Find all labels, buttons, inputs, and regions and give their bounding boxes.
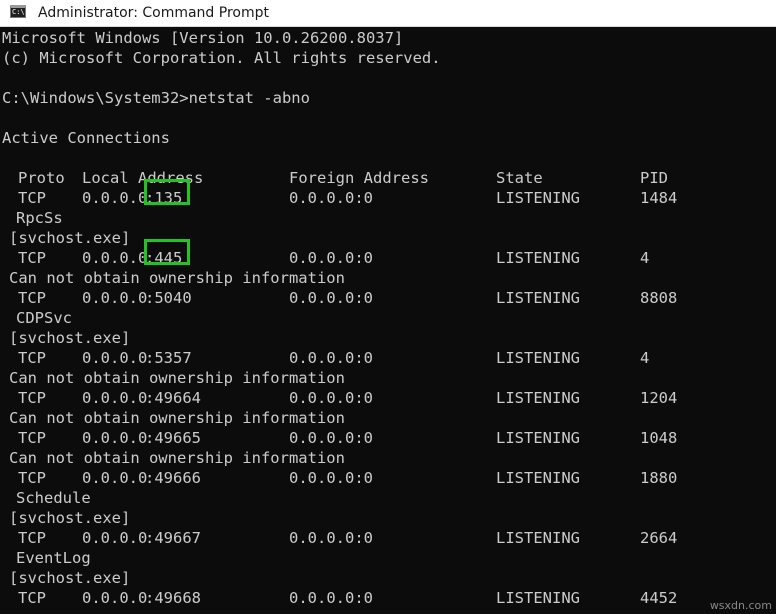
header-state: State bbox=[496, 169, 543, 187]
command-text: netstat -abno bbox=[188, 89, 310, 107]
cell-local-port: :49665 bbox=[145, 429, 201, 447]
cell-proto: TCP bbox=[18, 349, 46, 367]
cell-foreign-address: 0.0.0.0:0 bbox=[289, 289, 373, 307]
banner-line: Microsoft Windows [Version 10.0.26200.80… bbox=[2, 29, 404, 47]
port-highlight-box bbox=[144, 239, 190, 265]
cell-local-port: :49667 bbox=[145, 529, 201, 547]
cell-proto: TCP bbox=[18, 249, 46, 267]
owner-line: Can not obtain ownership information bbox=[9, 409, 345, 427]
cell-local-ip: 0.0.0.0 bbox=[82, 349, 148, 367]
cell-pid: 1204 bbox=[640, 389, 678, 407]
owner-line: EventLog bbox=[16, 549, 91, 567]
section-title: Active Connections bbox=[2, 129, 170, 147]
window-title: Administrator: Command Prompt bbox=[38, 5, 269, 21]
cell-local-port: :49664 bbox=[145, 389, 201, 407]
cell-pid: 1484 bbox=[640, 189, 678, 207]
cell-state: LISTENING bbox=[496, 589, 580, 607]
owner-line: Schedule bbox=[16, 489, 91, 507]
cell-state: LISTENING bbox=[496, 529, 580, 547]
owner-line: Can not obtain ownership information bbox=[9, 449, 345, 467]
cell-state: LISTENING bbox=[496, 469, 580, 487]
cell-state: LISTENING bbox=[496, 289, 580, 307]
port-highlight-box bbox=[144, 179, 190, 205]
cell-foreign-address: 0.0.0.0:0 bbox=[289, 249, 373, 267]
header-pid: PID bbox=[640, 169, 668, 187]
command-line: C:\Windows\System32>netstat -abno bbox=[2, 88, 310, 108]
cell-proto: TCP bbox=[18, 589, 46, 607]
cell-local-port: :5040 bbox=[145, 289, 192, 307]
cell-proto: TCP bbox=[18, 289, 46, 307]
owner-line: CDPSvc bbox=[16, 309, 72, 327]
owner-line: [svchost.exe] bbox=[9, 509, 131, 527]
cell-proto: TCP bbox=[18, 529, 46, 547]
table-row: TCP 0.0.0.0:49667 0.0.0.0:0 LISTENING 2664 bbox=[2, 528, 772, 548]
owner-line: [svchost.exe] bbox=[9, 229, 131, 247]
cell-foreign-address: 0.0.0.0:0 bbox=[289, 389, 373, 407]
owner-line: [svchost.exe] bbox=[9, 329, 131, 347]
cell-foreign-address: 0.0.0.0:0 bbox=[289, 349, 373, 367]
cell-pid: 1880 bbox=[640, 469, 678, 487]
watermark: wsxdn.com bbox=[709, 599, 772, 612]
owner-line: Can not obtain ownership information bbox=[9, 269, 345, 287]
console-output[interactable]: Microsoft Windows [Version 10.0.26200.80… bbox=[0, 28, 776, 614]
header-foreign-address: Foreign Address bbox=[289, 169, 429, 187]
cell-proto: TCP bbox=[18, 469, 46, 487]
table-header: Proto Local Address Foreign Address Stat… bbox=[2, 168, 772, 188]
cell-foreign-address: 0.0.0.0:0 bbox=[289, 529, 373, 547]
table-row: TCP 0.0.0.0:49666 0.0.0.0:0 LISTENING 1880 bbox=[2, 468, 772, 488]
cell-pid: 1048 bbox=[640, 429, 678, 447]
cell-proto: TCP bbox=[18, 189, 46, 207]
prompt: C:\Windows\System32> bbox=[2, 89, 189, 107]
cell-pid: 4452 bbox=[640, 589, 678, 607]
cell-state: LISTENING bbox=[496, 389, 580, 407]
cell-state: LISTENING bbox=[496, 189, 580, 207]
owner-line: [svchost.exe] bbox=[9, 569, 131, 587]
cell-pid: 4 bbox=[640, 249, 650, 267]
cell-local-ip: 0.0.0.0 bbox=[82, 389, 148, 407]
cell-local-ip: 0.0.0.0 bbox=[82, 249, 148, 267]
owner-line: RpcSs bbox=[16, 209, 63, 227]
cell-state: LISTENING bbox=[496, 249, 580, 267]
table-row: TCP 0.0.0.0:5357 0.0.0.0:0 LISTENING 4 bbox=[2, 348, 772, 368]
title-bar[interactable]: C:\. Administrator: Command Prompt bbox=[0, 0, 776, 27]
cell-local-ip: 0.0.0.0 bbox=[82, 289, 148, 307]
cell-foreign-address: 0.0.0.0:0 bbox=[289, 589, 373, 607]
cell-foreign-address: 0.0.0.0:0 bbox=[289, 469, 373, 487]
table-row: TCP 0.0.0.0:49665 0.0.0.0:0 LISTENING 1048 bbox=[2, 428, 772, 448]
table-row: TCP 0.0.0.0:5040 0.0.0.0:0 LISTENING 8808 bbox=[2, 288, 772, 308]
cell-local-port: :5357 bbox=[145, 349, 192, 367]
cell-local-ip: 0.0.0.0 bbox=[82, 469, 148, 487]
header-proto: Proto bbox=[18, 169, 65, 187]
owner-line: Can not obtain ownership information bbox=[9, 369, 345, 387]
cell-local-port: :49666 bbox=[145, 469, 201, 487]
cell-proto: TCP bbox=[18, 429, 46, 447]
cell-local-ip: 0.0.0.0 bbox=[82, 589, 148, 607]
cell-proto: TCP bbox=[18, 389, 46, 407]
cell-local-ip: 0.0.0.0 bbox=[82, 189, 148, 207]
cell-local-ip: 0.0.0.0 bbox=[82, 529, 148, 547]
cell-foreign-address: 0.0.0.0:0 bbox=[289, 429, 373, 447]
cell-pid: 4 bbox=[640, 349, 650, 367]
cell-local-ip: 0.0.0.0 bbox=[82, 429, 148, 447]
table-row: TCP 0.0.0.0:49664 0.0.0.0:0 LISTENING 1204 bbox=[2, 388, 772, 408]
cell-pid: 8808 bbox=[640, 289, 678, 307]
cell-local-port: :49668 bbox=[145, 589, 201, 607]
cell-pid: 2664 bbox=[640, 529, 678, 547]
table-row: TCP 0.0.0.0:49668 0.0.0.0:0 LISTENING 4452 bbox=[2, 588, 772, 608]
console-icon: C:\. bbox=[10, 5, 29, 18]
cell-state: LISTENING bbox=[496, 429, 580, 447]
cell-foreign-address: 0.0.0.0:0 bbox=[289, 189, 373, 207]
cell-state: LISTENING bbox=[496, 349, 580, 367]
banner-line: (c) Microsoft Corporation. All rights re… bbox=[2, 49, 441, 67]
table-row: TCP 0.0.0.0:135 0.0.0.0:0 LISTENING 1484 bbox=[2, 179, 772, 208]
table-row: TCP 0.0.0.0:445 0.0.0.0:0 LISTENING 4 bbox=[2, 239, 772, 268]
